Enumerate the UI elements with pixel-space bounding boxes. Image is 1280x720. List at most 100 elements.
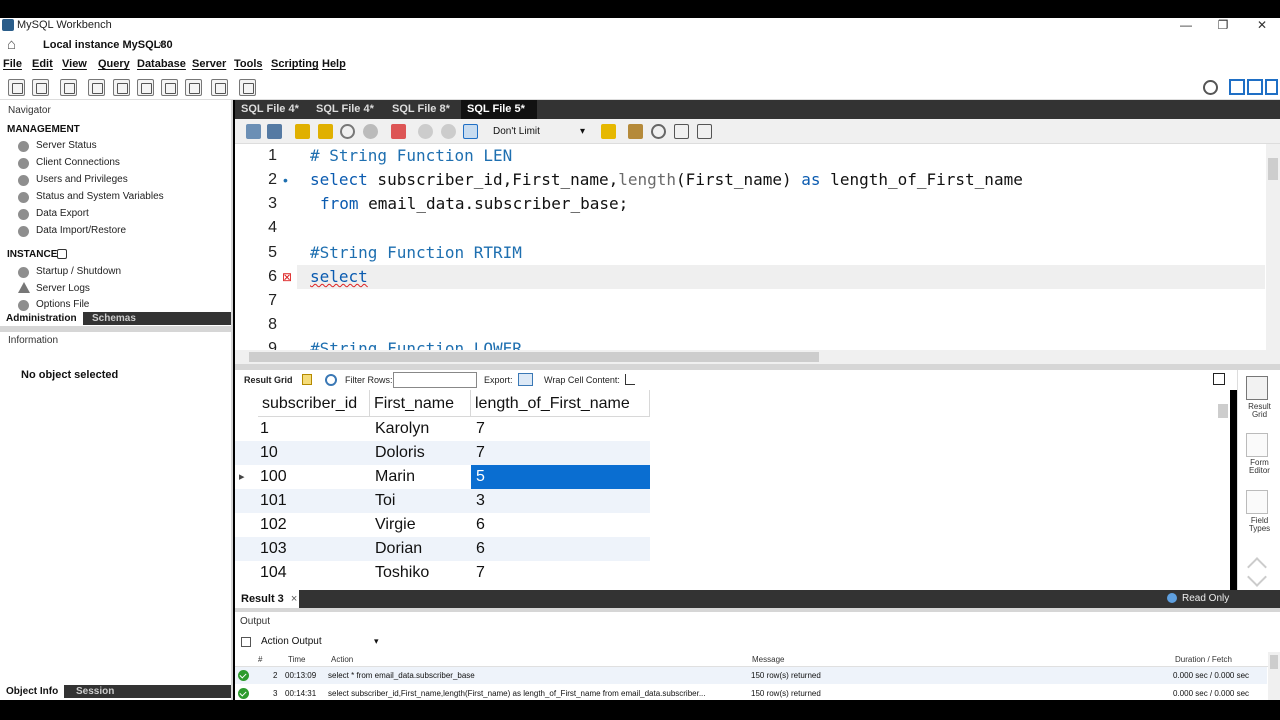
nav-server-status[interactable]: Server Status: [36, 140, 97, 151]
reconnect-icon[interactable]: [239, 79, 256, 96]
close-button[interactable]: ✕: [1252, 18, 1272, 33]
rollback-icon[interactable]: [441, 124, 456, 139]
result-grid-icon[interactable]: [1246, 376, 1268, 400]
open-file-icon[interactable]: [246, 124, 261, 139]
editor-scroll-thumb[interactable]: [1268, 158, 1278, 180]
execute-icon[interactable]: [295, 124, 310, 139]
nav-status-and-system-variables[interactable]: Status and System Variables: [36, 191, 164, 202]
table-row[interactable]: 104 Toshiko 7: [235, 561, 650, 585]
create-table-icon[interactable]: [113, 79, 130, 96]
editor-vertical-scrollbar[interactable]: [1266, 144, 1280, 350]
toggle-secondary-sidebar-icon[interactable]: [1265, 79, 1278, 95]
tab-sql-file-5[interactable]: SQL File 5* ×: [461, 100, 537, 134]
output-scrollbar[interactable]: [1268, 652, 1280, 700]
menu-scripting[interactable]: Scripting: [271, 58, 319, 70]
cell-first-name[interactable]: Dorian: [370, 537, 471, 561]
grid-scroll-thumb[interactable]: [1218, 404, 1228, 418]
toggle-sidebar-icon[interactable]: [1229, 79, 1245, 95]
column-header-subscriber-id[interactable]: subscriber_id: [258, 390, 370, 417]
execute-current-icon[interactable]: [318, 124, 333, 139]
toggle-continue-on-error-icon[interactable]: [391, 124, 406, 139]
cell-first-name[interactable]: Doloris: [370, 441, 471, 465]
menu-database[interactable]: Database: [137, 58, 186, 70]
editor-horizontal-scrollbar[interactable]: [235, 350, 1280, 364]
tab-sql-file-8[interactable]: SQL File 8*: [386, 100, 456, 119]
toggle-result-panel-icon[interactable]: [1213, 373, 1225, 385]
grid-view-icon[interactable]: [302, 374, 312, 385]
cell-first-name[interactable]: Virgie: [370, 513, 471, 537]
open-sql-script-icon[interactable]: [32, 79, 49, 96]
tab-object-info[interactable]: Object Info: [0, 685, 65, 698]
cell-subscriber-id[interactable]: 101: [255, 489, 367, 513]
settings-icon[interactable]: [1203, 80, 1218, 95]
menu-help[interactable]: Help: [322, 58, 346, 70]
table-row[interactable]: ▸ 100 Marin 5: [235, 465, 650, 489]
wrap-lines-icon[interactable]: [697, 124, 712, 139]
create-view-icon[interactable]: [137, 79, 154, 96]
tab-sql-file-4b[interactable]: SQL File 4*: [310, 100, 380, 119]
tab-schemas[interactable]: Schemas: [86, 312, 142, 325]
table-row[interactable]: 101 Toi 3: [235, 489, 650, 513]
new-sql-tab-icon[interactable]: [8, 79, 25, 96]
connection-tab[interactable]: Local instance MySQL80: [43, 39, 173, 51]
nav-server-logs[interactable]: Server Logs: [36, 283, 90, 294]
restore-button[interactable]: ❐: [1213, 18, 1233, 33]
tab-session[interactable]: Session: [70, 685, 120, 698]
editor-hscroll-thumb[interactable]: [249, 352, 819, 362]
nav-client-connections[interactable]: Client Connections: [36, 157, 120, 168]
cell-subscriber-id[interactable]: 1: [255, 417, 367, 441]
cell-subscriber-id[interactable]: 10: [255, 441, 367, 465]
form-editor-icon[interactable]: [1246, 433, 1268, 457]
output-mode-select[interactable]: Action Output ▾: [261, 636, 379, 647]
sql-editor[interactable]: 1 2 3 4 5 6 7 8 9 • ⊠ # String Function …: [235, 144, 1280, 350]
export-icon[interactable]: [518, 373, 533, 386]
cell-length[interactable]: 6: [471, 537, 650, 561]
autocommit-icon[interactable]: [463, 124, 478, 139]
explain-icon[interactable]: [340, 124, 355, 139]
find-icon[interactable]: [651, 124, 666, 139]
refresh-icon[interactable]: [325, 374, 337, 386]
cell-subscriber-id[interactable]: 100: [255, 465, 367, 489]
create-procedure-icon[interactable]: [161, 79, 178, 96]
tab-result-3[interactable]: Result 3 ×: [235, 590, 299, 608]
close-result-tab-icon[interactable]: ×: [291, 593, 297, 605]
add-snippet-icon[interactable]: [601, 124, 616, 139]
column-header-first-name[interactable]: First_name: [370, 390, 471, 417]
search-table-data-icon[interactable]: [211, 79, 228, 96]
stop-icon[interactable]: [363, 124, 378, 139]
menu-edit[interactable]: Edit: [32, 58, 53, 70]
table-row[interactable]: 102 Virgie 6: [235, 513, 650, 537]
cell-subscriber-id[interactable]: 104: [255, 561, 367, 585]
home-icon[interactable]: ⌂: [7, 37, 16, 52]
nav-users-and-privileges[interactable]: Users and Privileges: [36, 174, 128, 185]
menu-query[interactable]: Query: [98, 58, 130, 70]
grid-vertical-scrollbar[interactable]: [1216, 390, 1230, 590]
instance-info-icon[interactable]: [57, 249, 67, 259]
cell-first-name[interactable]: Toi: [370, 489, 471, 513]
create-schema-icon[interactable]: [88, 79, 105, 96]
cell-length[interactable]: 6: [471, 513, 650, 537]
menu-view[interactable]: View: [62, 58, 87, 70]
column-header-length[interactable]: length_of_First_name: [471, 390, 650, 417]
inspector-icon[interactable]: [60, 79, 77, 96]
cell-first-name[interactable]: Toshiko: [370, 561, 471, 585]
menu-file[interactable]: File: [3, 58, 22, 70]
copy-output-icon[interactable]: [241, 637, 251, 647]
cell-subscriber-id[interactable]: 102: [255, 513, 367, 537]
output-row[interactable]: 2 00:13:09 select * from email_data.subs…: [235, 667, 1267, 684]
table-row[interactable]: 1 Karolyn 7: [235, 417, 650, 441]
nav-data-export[interactable]: Data Export: [36, 208, 89, 219]
create-function-icon[interactable]: [185, 79, 202, 96]
output-scroll-thumb[interactable]: [1270, 655, 1278, 669]
table-row[interactable]: 10 Doloris 7: [235, 441, 650, 465]
tab-administration[interactable]: Administration: [0, 312, 83, 325]
tab-sql-file-4[interactable]: SQL File 4*: [235, 100, 305, 119]
cell-length[interactable]: 7: [471, 417, 650, 441]
limit-rows-select[interactable]: Don't Limit ▾: [492, 124, 590, 140]
nav-startup-shutdown[interactable]: Startup / Shutdown: [36, 266, 121, 277]
result-grid[interactable]: subscriber_id First_name length_of_First…: [235, 390, 1230, 590]
minimize-button[interactable]: —: [1176, 18, 1196, 33]
cell-first-name[interactable]: Karolyn: [370, 417, 471, 441]
commit-icon[interactable]: [418, 124, 433, 139]
filter-rows-input[interactable]: [393, 372, 477, 388]
